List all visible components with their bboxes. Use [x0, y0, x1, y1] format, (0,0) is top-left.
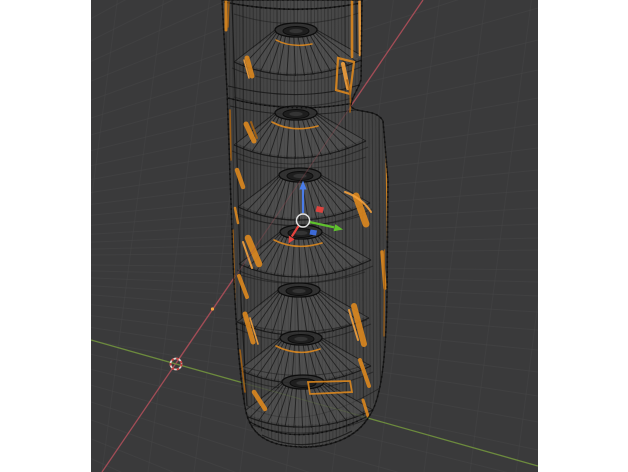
viewport-3d[interactable]	[91, 0, 538, 472]
selected-edge[interactable]	[228, 2, 229, 27]
baffle-hole	[292, 289, 306, 294]
right-margin-panel	[538, 0, 628, 472]
app-window	[0, 0, 628, 472]
selected-edge[interactable]	[384, 250, 385, 336]
baffle-hole	[294, 337, 308, 342]
selected-vertex-dot[interactable]	[211, 307, 214, 310]
baffle-hole	[289, 29, 303, 34]
selected-edge[interactable]	[360, 0, 361, 55]
left-margin-panel	[0, 0, 91, 472]
gizmo-z-plane-handle[interactable]	[310, 230, 318, 236]
baffle-hole	[289, 112, 303, 117]
selected-edge[interactable]	[230, 110, 231, 160]
selected-vertex[interactable]	[211, 307, 214, 310]
